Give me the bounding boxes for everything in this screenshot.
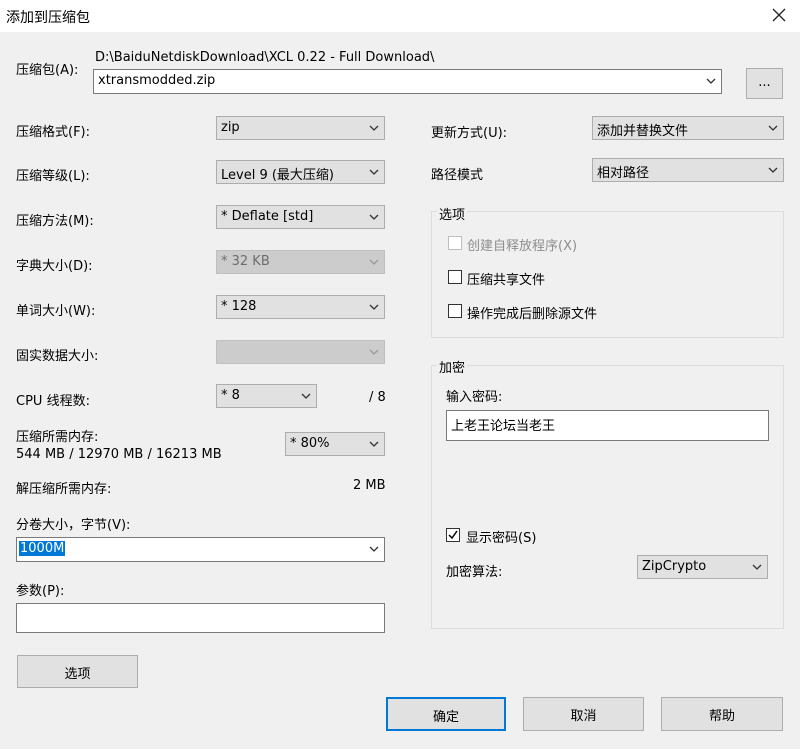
method-label: 压缩方法(M): [16, 214, 94, 229]
options-group-title: 选项 [437, 204, 468, 223]
cancel-button[interactable]: 取消 [523, 697, 644, 731]
sfx-label: 创建自释放程序(X) [467, 239, 578, 254]
delete-checkbox[interactable] [448, 304, 462, 318]
mem-label: 压缩所需内存: [16, 430, 99, 445]
solid-label: 固实数据大小: [16, 349, 99, 364]
chevron-down-icon [369, 125, 379, 131]
browse-button[interactable]: ... [746, 68, 783, 99]
chevron-down-icon [369, 304, 379, 310]
mem-value: * 80% [290, 436, 330, 451]
ok-button[interactable]: 确定 [386, 697, 506, 731]
cpu-label: CPU 线程数: [16, 394, 90, 409]
decomp-value: 2 MB [353, 478, 386, 493]
word-label: 单词大小(W): [16, 304, 96, 319]
format-combo[interactable]: zip [216, 116, 385, 140]
chevron-down-icon [369, 441, 379, 447]
volume-combo[interactable]: 1000M [16, 537, 385, 562]
method-combo[interactable]: * Deflate [std] [216, 205, 385, 229]
show-password-label[interactable]: 显示密码(S) [466, 527, 536, 546]
level-combo[interactable]: Level 9 (最大压缩) [216, 160, 385, 184]
method-value: * Deflate [std] [221, 209, 314, 224]
chevron-down-icon [369, 214, 379, 220]
word-combo[interactable]: * 128 [216, 295, 385, 319]
checkmark-icon [448, 530, 458, 540]
chevron-down-icon [301, 393, 311, 399]
show-password-checkbox[interactable] [446, 528, 460, 542]
shared-label[interactable]: 压缩共享文件 [467, 269, 545, 288]
dict-value: * 32 KB [221, 254, 270, 269]
archive-filename-combo[interactable]: xtransmodded.zip [93, 69, 722, 94]
chevron-down-icon [768, 125, 778, 131]
params-label: 参数(P): [16, 584, 65, 599]
cpu-max: / 8 [369, 390, 386, 405]
help-button[interactable]: 帮助 [661, 697, 783, 731]
chevron-down-icon [369, 546, 379, 552]
shared-checkbox[interactable] [448, 270, 462, 284]
level-label: 压缩等级(L): [16, 169, 90, 184]
window-title: 添加到压缩包 [6, 10, 90, 26]
cpu-combo[interactable]: * 8 [216, 384, 317, 408]
mem-combo[interactable]: * 80% [285, 432, 385, 456]
chevron-down-icon [706, 78, 716, 84]
chevron-down-icon [768, 167, 778, 173]
solid-combo [216, 340, 385, 364]
password-input[interactable]: 上老王论坛当老王 [446, 410, 769, 441]
options-button[interactable]: 选项 [17, 655, 138, 688]
close-icon[interactable] [772, 4, 786, 26]
chevron-down-icon [752, 564, 762, 570]
algo-value: ZipCrypto [642, 559, 707, 574]
algo-label: 加密算法: [446, 565, 503, 580]
chevron-down-icon [369, 349, 379, 355]
format-label: 压缩格式(F): [16, 125, 91, 140]
level-value: Level 9 (最大压缩) [221, 168, 334, 183]
sfx-checkbox [448, 236, 462, 250]
update-combo[interactable]: 添加并替换文件 [592, 116, 784, 140]
archive-filename: xtransmodded.zip [98, 73, 216, 88]
cpu-value: * 8 [221, 388, 240, 403]
pathmode-combo[interactable]: 相对路径 [592, 158, 784, 182]
format-value: zip [221, 120, 240, 135]
chevron-down-icon [369, 259, 379, 265]
dict-label: 字典大小(D): [16, 259, 93, 274]
title-bar [0, 0, 800, 32]
volume-label: 分卷大小，字节(V): [16, 518, 131, 533]
archive-label: 压缩包(A): [16, 63, 79, 78]
volume-value: 1000M [19, 541, 66, 556]
word-value: * 128 [221, 299, 257, 314]
dict-combo: * 32 KB [216, 250, 385, 274]
password-label: 输入密码: [446, 390, 503, 405]
chevron-down-icon [369, 169, 379, 175]
params-input[interactable] [16, 603, 385, 633]
decomp-label: 解压缩所需内存: [16, 482, 112, 497]
delete-label[interactable]: 操作完成后删除源文件 [467, 303, 597, 322]
algo-combo[interactable]: ZipCrypto [637, 555, 768, 579]
pathmode-label: 路径模式 [431, 168, 484, 183]
mem-detail: 544 MB / 12970 MB / 16213 MB [16, 447, 222, 462]
encryption-group-title: 加密 [437, 357, 468, 376]
pathmode-value: 相对路径 [597, 166, 650, 181]
update-label: 更新方式(U): [431, 126, 508, 141]
archive-path: D:\BaiduNetdiskDownload\XCL 0.22 - Full … [95, 50, 435, 65]
update-value: 添加并替换文件 [597, 124, 689, 139]
